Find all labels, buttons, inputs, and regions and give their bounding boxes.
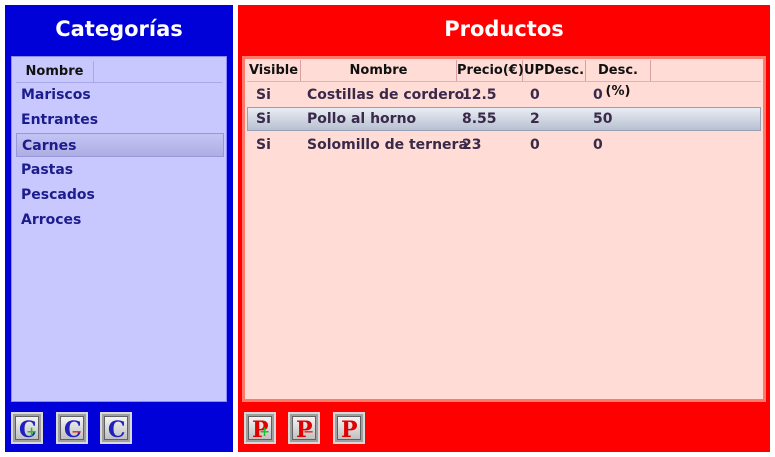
productos-table[interactable]: Visible Nombre Precio(€) UPDesc. Desc.(%… xyxy=(242,56,766,402)
producto-row-selected[interactable]: Si Pollo al horno 8.55 2 50 xyxy=(247,107,761,131)
add-producto-icon: P + xyxy=(248,416,272,442)
categorias-column-header-nombre[interactable]: Nombre xyxy=(16,61,94,82)
categoria-item-carnes[interactable]: Carnes xyxy=(16,133,224,157)
add-categoria-icon: C + xyxy=(15,416,39,442)
productos-title: Productos xyxy=(444,17,564,41)
producto-desc: 50 xyxy=(593,111,613,127)
remove-categoria-icon: C − xyxy=(60,416,84,442)
categoria-item-arroces[interactable]: Arroces xyxy=(16,208,224,232)
categoria-item-entrantes[interactable]: Entrantes xyxy=(16,108,224,132)
remove-producto-button[interactable]: P − xyxy=(288,412,320,444)
remove-producto-icon: P − xyxy=(292,416,316,442)
add-producto-button[interactable]: P + xyxy=(244,412,276,444)
edit-producto-icon-letter: P xyxy=(341,417,358,443)
categoria-item-pastas[interactable]: Pastas xyxy=(16,158,224,182)
edit-categoria-icon-letter: C xyxy=(108,417,126,443)
productos-panel: Productos Visible Nombre Precio(€) UPDes… xyxy=(238,5,770,452)
producto-nombre: Solomillo de ternera xyxy=(307,137,468,153)
add-categoria-icon-mark: + xyxy=(26,425,37,440)
producto-updesc: 2 xyxy=(530,111,540,127)
producto-row[interactable]: Si Solomillo de ternera 23 0 0 xyxy=(247,133,761,157)
producto-precio: 12.5 xyxy=(462,87,497,103)
productos-column-header-precio[interactable]: Precio(€) xyxy=(457,60,524,81)
producto-nombre: Pollo al horno xyxy=(307,111,417,127)
edit-categoria-icon: C xyxy=(104,416,128,443)
productos-column-header-visible[interactable]: Visible xyxy=(247,60,301,81)
edit-producto-icon: P xyxy=(337,416,361,443)
producto-updesc: 0 xyxy=(530,137,540,153)
categorias-title: Categorías xyxy=(55,17,183,41)
producto-updesc: 0 xyxy=(530,87,540,103)
remove-categoria-button[interactable]: C − xyxy=(56,412,88,444)
productos-toolbar: P + P − P xyxy=(238,412,770,446)
producto-precio: 8.55 xyxy=(462,111,497,127)
productos-column-header-nombre[interactable]: Nombre xyxy=(301,60,457,81)
producto-visible: Si xyxy=(256,87,271,103)
add-categoria-button[interactable]: C + xyxy=(11,412,43,444)
productos-column-header-desc[interactable]: Desc.(%) xyxy=(586,60,651,99)
remove-producto-icon-mark: − xyxy=(303,425,314,440)
categorias-list[interactable]: Nombre Mariscos Entrantes Carnes Pastas … xyxy=(11,56,227,402)
productos-header-divider xyxy=(247,81,761,82)
producto-precio: 23 xyxy=(462,137,482,153)
productos-column-header-updesc[interactable]: UPDesc. xyxy=(523,60,586,81)
remove-categoria-icon-mark: − xyxy=(71,425,82,440)
categoria-item-mariscos[interactable]: Mariscos xyxy=(16,83,224,107)
edit-categoria-button[interactable]: C xyxy=(100,412,132,444)
producto-row[interactable]: Si Costillas de cordero 12.5 0 0 xyxy=(247,83,761,107)
edit-producto-button[interactable]: P xyxy=(333,412,365,444)
categoria-item-pescados[interactable]: Pescados xyxy=(16,183,224,207)
categorias-toolbar: C + C − C xyxy=(5,412,233,446)
categorias-panel: Categorías Nombre Mariscos Entrantes Car… xyxy=(5,5,233,452)
categorias-column-header-filler xyxy=(94,61,226,82)
add-producto-icon-mark: + xyxy=(259,425,270,440)
producto-desc: 0 xyxy=(593,87,603,103)
producto-visible: Si xyxy=(256,137,271,153)
producto-desc: 0 xyxy=(593,137,603,153)
producto-nombre: Costillas de cordero xyxy=(307,87,465,103)
producto-visible: Si xyxy=(256,111,271,127)
